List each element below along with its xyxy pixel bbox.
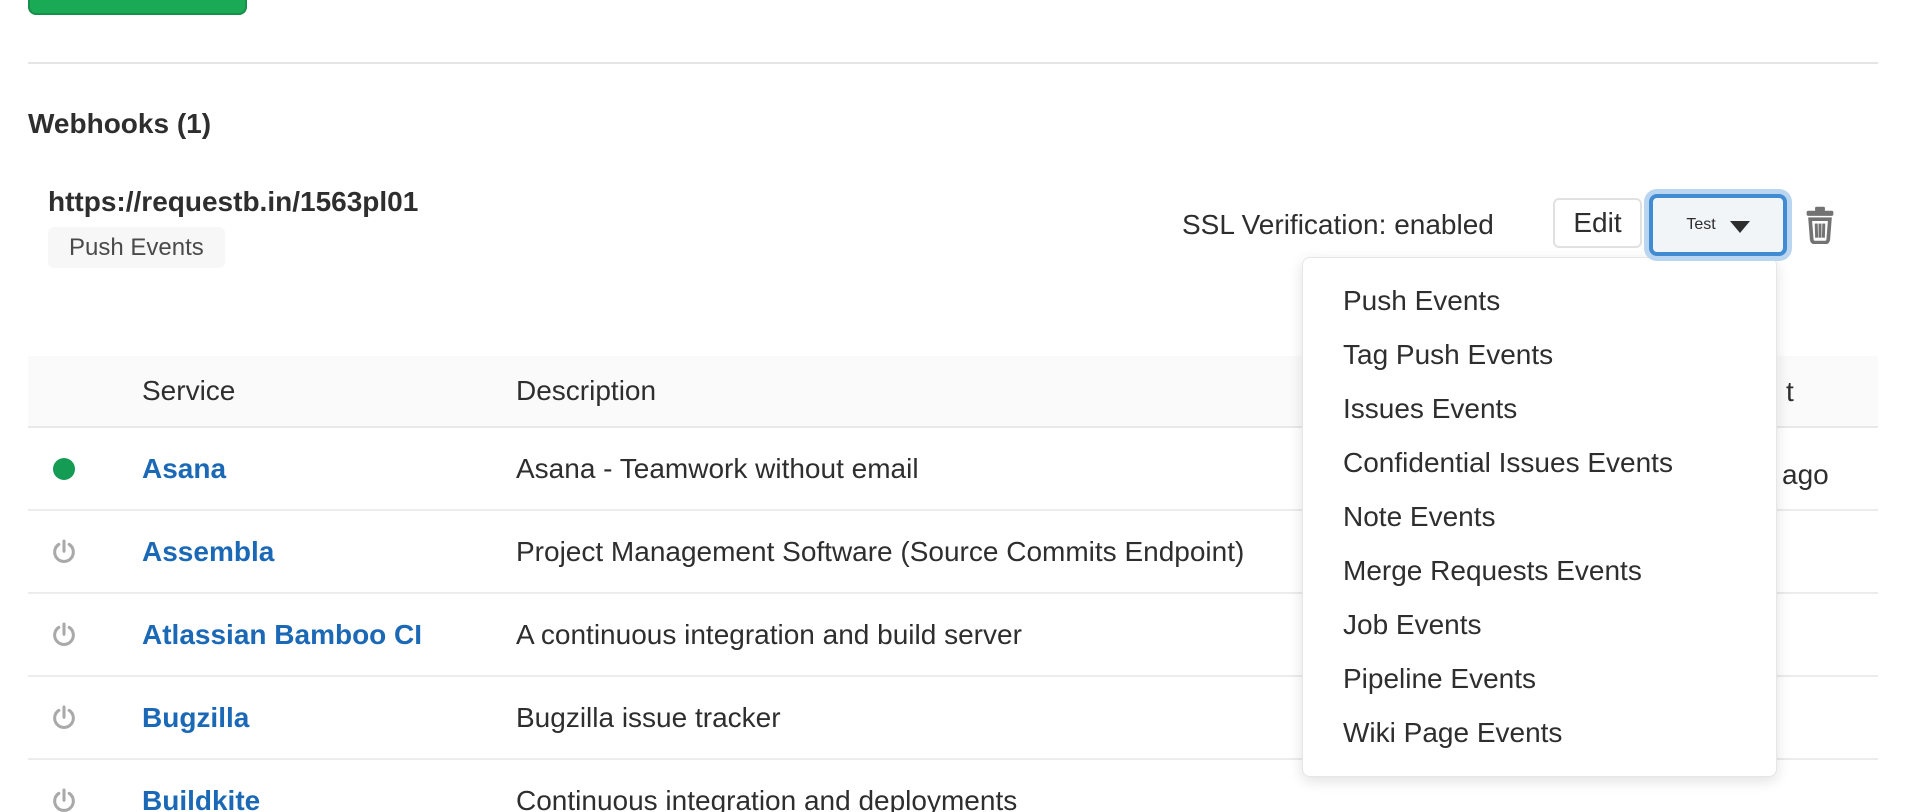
test-dropdown-menu: Push Events Tag Push Events Issues Event… [1302,257,1777,777]
test-button-label: Test [1686,216,1715,234]
edit-webhook-button[interactable]: Edit [1553,198,1642,248]
menu-item-push-events[interactable]: Push Events [1303,274,1776,328]
delete-webhook-button[interactable] [1802,206,1838,246]
power-inactive-icon [50,787,78,812]
service-description: A continuous integration and build serve… [516,619,1022,651]
menu-item-note-events[interactable]: Note Events [1303,490,1776,544]
column-header-service: Service [142,375,516,407]
service-description: Asana - Teamwork without email [516,453,919,485]
power-inactive-icon [50,621,78,649]
menu-item-issues-events[interactable]: Issues Events [1303,382,1776,436]
service-link-assembla[interactable]: Assembla [142,536,274,567]
power-inactive-icon [50,538,78,566]
webhooks-heading: Webhooks (1) [28,108,211,140]
webhook-events-badge: Push Events [48,227,225,268]
test-webhook-dropdown-button[interactable]: Test [1649,194,1787,256]
menu-item-merge-requests-events[interactable]: Merge Requests Events [1303,544,1776,598]
trash-icon [1803,206,1837,244]
section-divider [28,62,1878,64]
last-edit-fragment: ago [1782,459,1829,491]
add-webhook-button[interactable] [28,0,247,15]
service-description: Bugzilla issue tracker [516,702,781,734]
service-link-asana[interactable]: Asana [142,453,226,484]
column-header-last-edit-fragment: t [1786,376,1794,408]
service-link-buildkite[interactable]: Buildkite [142,785,260,812]
column-header-description: Description [516,375,656,407]
webhooks-settings-page: Webhooks (1) https://requestb.in/1563pl0… [0,0,1906,812]
status-active-icon [50,458,78,480]
menu-item-tag-push-events[interactable]: Tag Push Events [1303,328,1776,382]
service-description: Project Management Software (Source Comm… [516,536,1244,568]
service-description: Continuous integration and deployments [516,785,1017,812]
ssl-verification-status: SSL Verification: enabled [1182,209,1494,241]
service-link-bugzilla[interactable]: Bugzilla [142,702,249,733]
menu-item-confidential-issues-events[interactable]: Confidential Issues Events [1303,436,1776,490]
menu-item-job-events[interactable]: Job Events [1303,598,1776,652]
chevron-down-icon [1730,221,1750,233]
webhook-url: https://requestb.in/1563pl01 [48,186,418,218]
service-link-atlassian-bamboo-ci[interactable]: Atlassian Bamboo CI [142,619,422,650]
menu-item-pipeline-events[interactable]: Pipeline Events [1303,652,1776,706]
power-inactive-icon [50,704,78,732]
menu-item-wiki-page-events[interactable]: Wiki Page Events [1303,706,1776,760]
